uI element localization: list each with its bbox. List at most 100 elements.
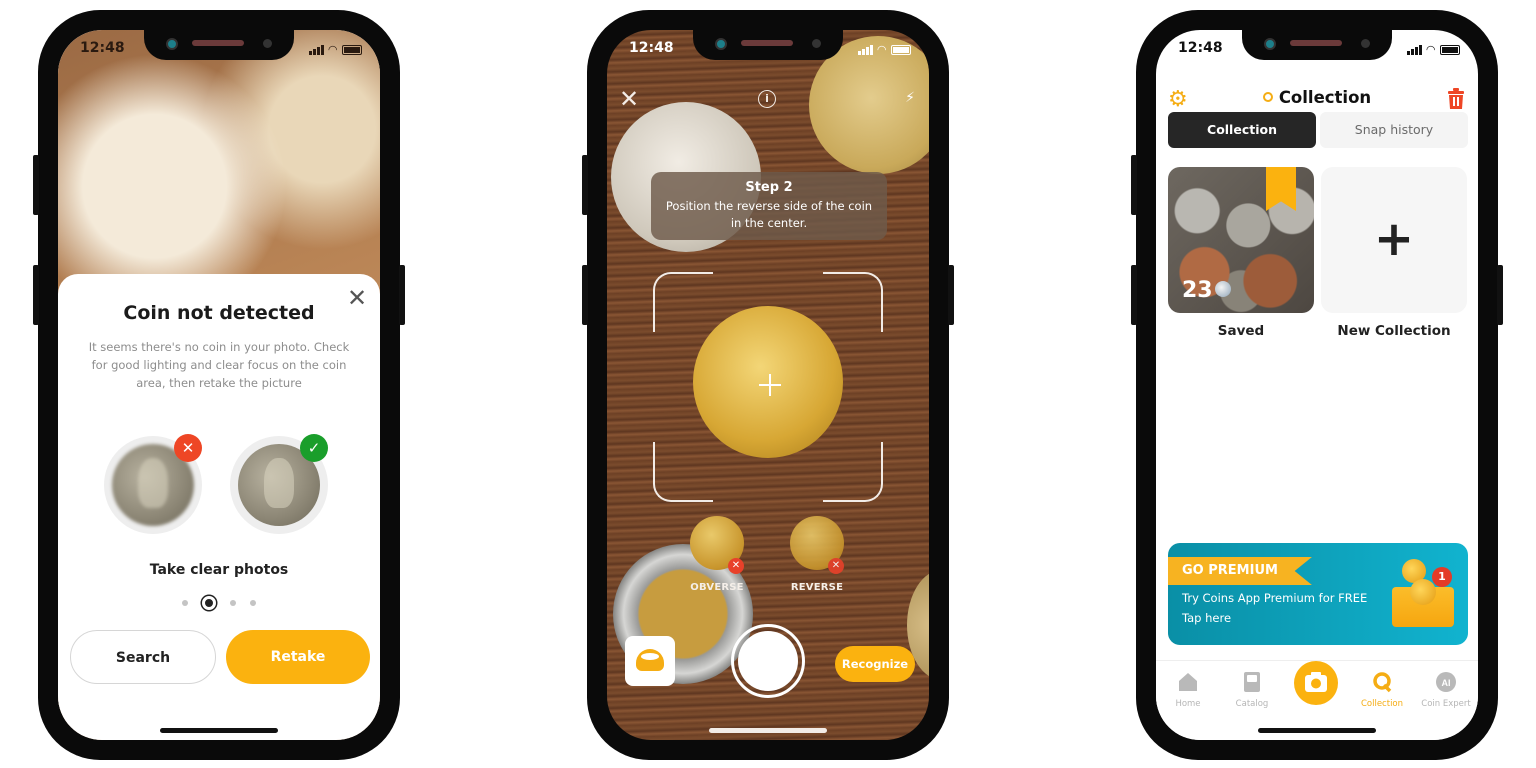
phone-coin-not-detected: 12:48 ◠ ✕ Coin not detected It seems the… [33,10,405,760]
home-icon [1179,673,1197,691]
battery-icon [342,44,362,55]
example-caption: Take clear photos [149,562,289,578]
side-button [582,155,588,215]
reverse-coin-image: ✕ [790,516,844,574]
status-time: 12:48 [629,40,674,56]
status-time: 12:48 [80,40,125,56]
shutter-button[interactable] [731,624,805,698]
go-premium-flag: GO PREMIUM [1168,557,1312,585]
home-indicator [1258,728,1376,733]
signal-icon [857,44,873,55]
promo-text: Try Coins App Premium for FREE [1182,591,1368,605]
new-collection-button[interactable]: + [1321,167,1467,313]
obverse-coin-image: ✕ [690,516,744,574]
premium-banner[interactable]: GO PREMIUM Try Coins App Premium for FRE… [1168,543,1468,645]
wifi-icon: ◠ [877,43,886,56]
step-instruction-tooltip: Step 2 Position the reverse side of the … [651,172,887,240]
step-title: Step 2 [745,180,793,195]
check-icon: ✓ [300,434,328,462]
header: ⚙ Collection [1156,88,1478,114]
home-indicator [709,728,827,733]
page-dot[interactable] [182,600,188,606]
reverse-label: REVERSE [790,582,844,593]
page-title-text: Collection [1278,88,1372,107]
notch [1242,30,1392,60]
svg-text:AI: AI [1442,678,1451,688]
good-photo-example: ✓ [230,434,328,534]
tab-label: Coin Expert [1421,699,1471,709]
page-indicator[interactable] [58,596,380,610]
notification-badge: 1 [1432,567,1452,587]
tab-collection-nav[interactable]: Collection [1352,671,1412,709]
bookmark-icon [1266,167,1296,211]
home-indicator [160,728,278,733]
flash-icon[interactable]: ⚡ [905,90,915,106]
saved-collection-card[interactable]: 23 [1168,167,1314,313]
dialog-description: It seems there's no coin in your photo. … [88,340,350,390]
obverse-label: OBVERSE [690,582,744,593]
tab-catalog[interactable]: Catalog [1222,671,1282,709]
tab-label: Collection [1360,699,1404,709]
tab-snap-history[interactable]: Snap history [1320,112,1468,148]
side-button [1131,155,1137,215]
page-dot-active[interactable] [202,596,216,610]
screen: 12:48 ◠ ⚙ Collection Collection Snap his… [1156,30,1478,740]
recognize-button[interactable]: Recognize [835,646,915,682]
reverse-thumbnail[interactable]: ✕ REVERSE [787,516,847,593]
coin-count-value: 23 [1182,278,1213,303]
signal-icon [1406,44,1422,55]
gallery-button[interactable] [625,636,675,686]
tab-coin-expert[interactable]: AI Coin Expert [1416,671,1476,709]
notch [144,30,294,60]
signal-icon [308,44,324,55]
retake-button[interactable]: Retake [226,630,370,684]
side-button [399,265,405,325]
info-icon[interactable]: i [758,90,776,108]
envelope-coins-icon: 1 [1392,559,1454,627]
page-dot[interactable] [230,600,236,606]
crosshair-icon [759,374,781,396]
coin-count: 23 [1182,278,1231,303]
wifi-icon: ◠ [1426,43,1435,56]
remove-icon[interactable]: ✕ [728,558,744,574]
coin-not-detected-dialog: ✕ Coin not detected It seems there's no … [58,274,380,740]
new-collection-label: New Collection [1337,323,1451,339]
status-time: 12:48 [1178,40,1223,56]
battery-icon [1440,44,1460,55]
side-button [948,265,954,325]
ai-icon: AI [1436,672,1456,692]
tab-label: Home [1175,699,1201,709]
tab-home[interactable]: Home [1158,671,1218,709]
side-button [582,265,588,325]
page-dot[interactable] [250,600,256,606]
tab-label: Catalog [1235,699,1269,709]
saved-label: Saved [1217,323,1265,339]
search-button[interactable]: Search [70,630,216,684]
coin-stack-icon [636,649,664,671]
remove-icon[interactable]: ✕ [828,558,844,574]
phone-collection: 12:48 ◠ ⚙ Collection Collection Snap his… [1131,10,1503,760]
notch [693,30,843,60]
step-text: Position the reverse side of the coin in… [665,199,873,230]
screen: 12:48 ◠ ✕ Coin not detected It seems the… [58,30,380,740]
camera-viewfinder: 12:48 ◠ ✕ i ⚡ Step 2 Position the revers… [607,30,929,740]
trash-icon[interactable] [1446,88,1466,110]
wifi-icon: ◠ [328,43,337,56]
coin-icon [1214,281,1231,297]
tab-collection[interactable]: Collection [1168,112,1316,148]
phone-camera-scan: 12:48 ◠ ✕ i ⚡ Step 2 Position the revers… [582,10,954,760]
side-button [1131,265,1137,325]
bad-photo-example: ✕ [104,434,202,534]
camera-button[interactable] [1294,661,1338,705]
side-button [1497,265,1503,325]
battery-icon [891,44,911,55]
camera-icon [1305,672,1327,692]
app-logo-icon [1262,92,1273,102]
promo-cta: Tap here [1182,611,1232,625]
plus-icon: + [1373,211,1415,267]
obverse-thumbnail[interactable]: ✕ OBVERSE [687,516,747,593]
x-icon: ✕ [174,434,202,462]
side-button [33,265,39,325]
close-icon[interactable]: ✕ [619,87,639,111]
side-button [33,155,39,215]
